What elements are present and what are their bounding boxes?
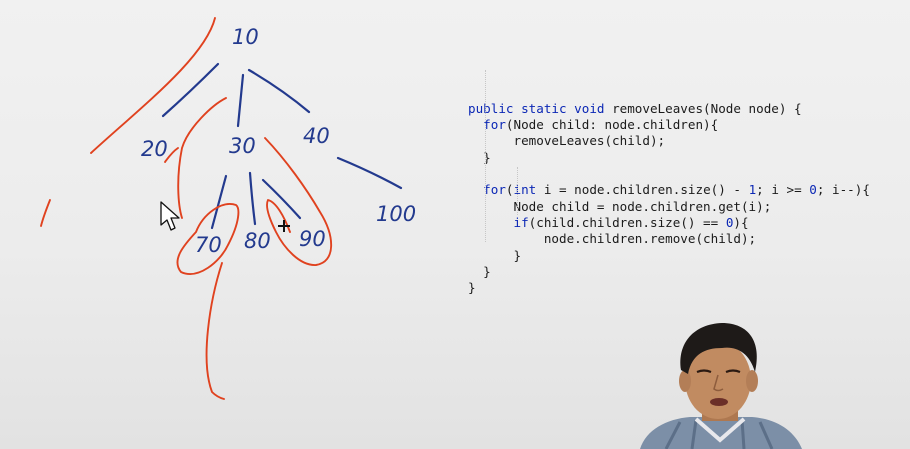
edge-10-20	[161, 62, 220, 118]
code-token: (	[505, 182, 514, 198]
tree-node-100: 100	[376, 202, 416, 226]
code-token: ; i >=	[756, 182, 810, 198]
tree-nodes: 10 20 30 40 70 80 90 100	[141, 25, 416, 257]
code-token: for	[468, 182, 506, 198]
code-token: 0	[809, 182, 817, 198]
code-line: node.children.remove(child);	[468, 231, 870, 247]
code-token: for	[468, 117, 506, 133]
tree-node-90: 90	[299, 227, 326, 251]
code-line: public static void removeLeaves(Node nod…	[468, 101, 870, 117]
tree-node-40: 40	[303, 124, 330, 148]
tree-node-30: 30	[229, 134, 256, 158]
code-line: }	[468, 280, 870, 296]
edge-10-30	[236, 73, 245, 128]
tree-node-root: 10	[232, 25, 259, 49]
tree-node-80: 80	[244, 229, 271, 253]
code-line: }	[468, 248, 870, 264]
edge-30-70	[210, 174, 228, 230]
annotation-stroke-left	[40, 199, 51, 227]
indent-guide	[517, 167, 518, 215]
code-token: Node child = node.children.get(i);	[468, 198, 772, 214]
code-token: ; i--){	[816, 182, 870, 198]
code-line: if(child.children.size() == 0){	[468, 215, 870, 231]
code-token: }	[468, 247, 522, 263]
red-annotations	[40, 17, 333, 400]
edge-40-100	[336, 156, 403, 190]
edge-30-80	[248, 171, 257, 226]
code-token: (child.children.size() ==	[528, 214, 726, 230]
code-token: (Node child: node.children){	[505, 117, 719, 133]
code-block: public static void removeLeaves(Node nod…	[468, 52, 870, 296]
code-line: for(int i = node.children.size() - 1; i …	[468, 182, 870, 198]
code-token: i = node.children.size() -	[536, 182, 749, 198]
mouse-pointer-icon	[160, 201, 180, 231]
code-token: ){	[733, 214, 749, 230]
code-token: }	[468, 149, 491, 165]
code-line: Node child = node.children.get(i);	[468, 199, 870, 215]
tree-node-20: 20	[141, 137, 168, 161]
annotation-stroke-bottom	[205, 262, 225, 400]
indent-guide	[485, 70, 486, 242]
code-token: }	[468, 280, 476, 296]
code-token: removeLeaves(Node node) {	[612, 100, 802, 116]
code-token: node.children.remove(child);	[468, 231, 757, 247]
code-token: public static void	[468, 100, 613, 116]
code-line: for(Node child: node.children){	[468, 117, 870, 133]
code-line: removeLeaves(child);	[468, 133, 870, 149]
presenter-webcam	[640, 323, 802, 449]
edge-10-40	[247, 68, 311, 114]
crosshair-icon	[278, 220, 290, 232]
code-line: }	[468, 264, 870, 280]
code-line: }	[468, 150, 870, 166]
tree-edges	[161, 62, 403, 230]
code-token: if	[468, 214, 529, 230]
code-token: removeLeaves(child);	[468, 133, 666, 149]
tree-node-70: 70	[195, 233, 222, 257]
code-token: }	[468, 263, 491, 279]
